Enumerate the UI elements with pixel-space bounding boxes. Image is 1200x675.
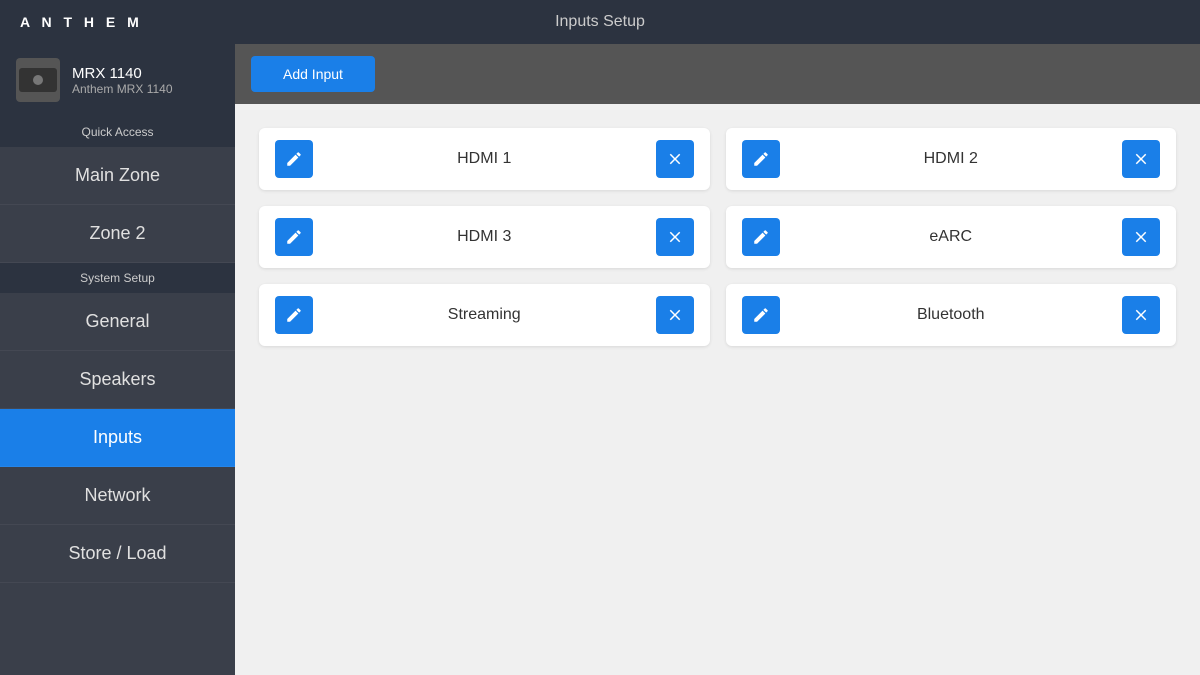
close-icon — [666, 228, 684, 246]
delete-button-hdmi2[interactable] — [1122, 140, 1160, 178]
delete-button-bluetooth[interactable] — [1122, 296, 1160, 334]
add-input-button[interactable]: Add Input — [251, 56, 375, 92]
pencil-icon — [285, 150, 303, 168]
pencil-icon — [285, 306, 303, 324]
delete-button-hdmi1[interactable] — [656, 140, 694, 178]
sidebar-item-network[interactable]: Network — [0, 467, 235, 525]
input-card-bluetooth: Bluetooth — [726, 284, 1177, 346]
input-card-hdmi2: HDMI 2 — [726, 128, 1177, 190]
logo-area: A N T H E M — [20, 14, 143, 30]
device-name: MRX 1140 — [72, 65, 173, 82]
close-icon — [666, 306, 684, 324]
edit-button-streaming[interactable] — [275, 296, 313, 334]
input-label-hdmi1: HDMI 1 — [313, 150, 656, 168]
close-icon — [1132, 228, 1150, 246]
input-card-streaming: Streaming — [259, 284, 710, 346]
input-label-streaming: Streaming — [313, 306, 656, 324]
pencil-icon — [752, 150, 770, 168]
device-info: MRX 1140 Anthem MRX 1140 — [72, 65, 173, 96]
app-header: A N T H E M Inputs Setup — [0, 0, 1200, 44]
edit-button-hdmi2[interactable] — [742, 140, 780, 178]
system-setup-header: System Setup — [0, 263, 235, 293]
sidebar-item-inputs[interactable]: Inputs — [0, 409, 235, 467]
input-card-hdmi1: HDMI 1 — [259, 128, 710, 190]
device-icon-inner — [19, 68, 57, 92]
pencil-icon — [752, 228, 770, 246]
close-icon — [666, 150, 684, 168]
sidebar-item-speakers[interactable]: Speakers — [0, 351, 235, 409]
input-card-earc: eARC — [726, 206, 1177, 268]
edit-button-bluetooth[interactable] — [742, 296, 780, 334]
close-icon — [1132, 306, 1150, 324]
main-layout: MRX 1140 Anthem MRX 1140 Quick Access Ma… — [0, 44, 1200, 675]
input-label-earc: eARC — [780, 228, 1123, 246]
delete-button-earc[interactable] — [1122, 218, 1160, 256]
pencil-icon — [752, 306, 770, 324]
inputs-grid: HDMI 1 HDMI 2 HDMI 3 — [235, 104, 1200, 370]
content-header: Add Input — [235, 44, 1200, 104]
pencil-icon — [285, 228, 303, 246]
sidebar-item-zone-2[interactable]: Zone 2 — [0, 205, 235, 263]
device-subtitle: Anthem MRX 1140 — [72, 82, 173, 96]
edit-button-earc[interactable] — [742, 218, 780, 256]
device-section: MRX 1140 Anthem MRX 1140 — [0, 44, 235, 117]
quick-access-header: Quick Access — [0, 117, 235, 147]
device-icon — [16, 58, 60, 102]
edit-button-hdmi3[interactable] — [275, 218, 313, 256]
input-label-hdmi2: HDMI 2 — [780, 150, 1123, 168]
content-area: Add Input HDMI 1 HDMI 2 — [235, 44, 1200, 675]
close-icon — [1132, 150, 1150, 168]
input-label-hdmi3: HDMI 3 — [313, 228, 656, 246]
sidebar-item-general[interactable]: General — [0, 293, 235, 351]
delete-button-hdmi3[interactable] — [656, 218, 694, 256]
sidebar: MRX 1140 Anthem MRX 1140 Quick Access Ma… — [0, 44, 235, 675]
input-label-bluetooth: Bluetooth — [780, 306, 1123, 324]
edit-button-hdmi1[interactable] — [275, 140, 313, 178]
anthem-logo: A N T H E M — [20, 14, 143, 30]
delete-button-streaming[interactable] — [656, 296, 694, 334]
page-title: Inputs Setup — [555, 13, 645, 31]
sidebar-item-main-zone[interactable]: Main Zone — [0, 147, 235, 205]
input-card-hdmi3: HDMI 3 — [259, 206, 710, 268]
sidebar-item-store-load[interactable]: Store / Load — [0, 525, 235, 583]
